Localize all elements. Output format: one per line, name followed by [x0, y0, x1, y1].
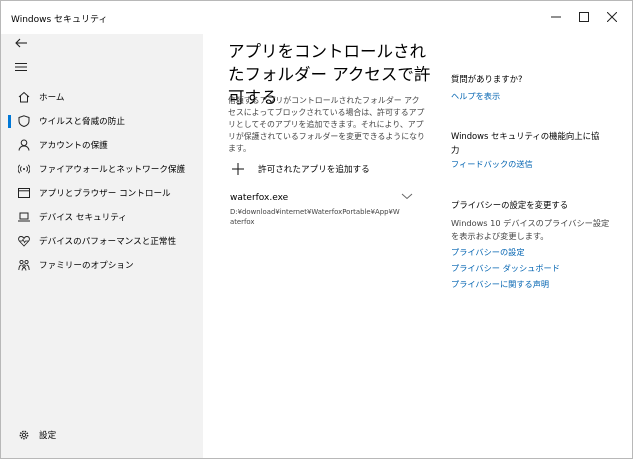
shield-icon	[17, 114, 31, 128]
sidebar-item-account-protection[interactable]: アカウントの保護	[1, 134, 203, 156]
sidebar-item-device-performance[interactable]: デバイスのパフォーマンスと正常性	[1, 230, 203, 252]
app-window-icon	[17, 186, 31, 200]
privacy-dashboard-link[interactable]: プライバシー ダッシュボード	[451, 262, 560, 274]
home-icon	[17, 90, 31, 104]
hamburger-menu-icon	[15, 63, 27, 71]
privacy-heading: プライバシーの設定を変更する	[451, 200, 569, 210]
sidebar-item-label: アプリとブラウザー コントロール	[39, 189, 171, 199]
sidebar-item-family-options[interactable]: ファミリーのオプション	[1, 254, 203, 276]
sidebar-item-label: 設定	[39, 431, 57, 441]
heart-pulse-icon	[17, 234, 31, 248]
privacy-statement-link[interactable]: プライバシーに関する声明	[451, 278, 549, 290]
windows-security-window: Windows セキュリティ ホーム ウイルスと脅威の防止 アカウントの保護 フ…	[0, 0, 633, 459]
chevron-down-icon[interactable]	[401, 190, 415, 204]
family-icon	[17, 258, 31, 272]
active-indicator	[8, 115, 11, 128]
sidebar-item-firewall[interactable]: ファイアウォールとネットワーク保護	[1, 158, 203, 180]
sidebar-item-label: ウイルスと脅威の防止	[39, 117, 125, 127]
close-button[interactable]	[602, 8, 622, 26]
allowed-app-path: D:¥download¥internet¥WaterfoxPortable¥Ap…	[230, 208, 400, 226]
window-title: Windows セキュリティ	[11, 15, 108, 25]
page-description: 信頼するアプリがコントロールされたフォルダー アクセスによってブロックされている…	[228, 96, 425, 153]
maximize-icon	[579, 12, 589, 22]
improve-heading: Windows セキュリティの機能向上に協力	[451, 131, 600, 155]
main-content: アプリをコントロールされたフォルダー アクセスで許可する 信頼するアプリがコント…	[203, 34, 632, 458]
minimize-button[interactable]	[546, 8, 566, 26]
add-allowed-app-label: 許可されたアプリを追加する	[258, 165, 370, 175]
allowed-app-item[interactable]: waterfox.exe D:¥download¥internet¥Waterf…	[228, 190, 418, 230]
sidebar-item-label: デバイス セキュリティ	[39, 213, 127, 223]
gear-icon	[17, 428, 31, 442]
wifi-antenna-icon	[17, 162, 31, 176]
sidebar-item-label: ホーム	[39, 93, 65, 103]
person-icon	[17, 138, 31, 152]
title-bar: Windows セキュリティ	[1, 1, 632, 34]
privacy-settings-link[interactable]: プライバシーの設定	[451, 246, 525, 258]
sidebar-item-home[interactable]: ホーム	[1, 86, 203, 108]
menu-button[interactable]	[11, 58, 31, 76]
sidebar-item-device-security[interactable]: デバイス セキュリティ	[1, 206, 203, 228]
sidebar-item-label: ファイアウォールとネットワーク保護	[39, 165, 186, 175]
privacy-description: Windows 10 デバイスのプライバシー設定を表示および変更します。	[451, 218, 610, 241]
sidebar-item-label: デバイスのパフォーマンスと正常性	[39, 237, 177, 247]
sidebar: ホーム ウイルスと脅威の防止 アカウントの保護 ファイアウォールとネットワーク保…	[1, 34, 203, 458]
feedback-link[interactable]: フィードバックの送信	[451, 158, 533, 170]
maximize-button[interactable]	[574, 8, 594, 26]
sidebar-item-settings[interactable]: 設定	[1, 424, 203, 446]
add-allowed-app-button[interactable]: 許可されたアプリを追加する	[228, 158, 388, 180]
help-link[interactable]: ヘルプを表示	[451, 90, 500, 102]
back-arrow-icon	[15, 38, 27, 48]
minimize-icon	[551, 16, 561, 18]
sidebar-item-app-browser-control[interactable]: アプリとブラウザー コントロール	[1, 182, 203, 204]
close-icon	[607, 12, 617, 22]
laptop-icon	[17, 210, 31, 224]
allowed-app-name: waterfox.exe	[230, 193, 289, 203]
sidebar-item-virus-protection[interactable]: ウイルスと脅威の防止	[1, 110, 203, 132]
plus-icon	[228, 159, 248, 179]
back-button[interactable]	[11, 34, 31, 52]
question-heading: 質問がありますか?	[451, 74, 523, 84]
sidebar-item-label: ファミリーのオプション	[39, 261, 134, 271]
sidebar-item-label: アカウントの保護	[39, 141, 108, 151]
